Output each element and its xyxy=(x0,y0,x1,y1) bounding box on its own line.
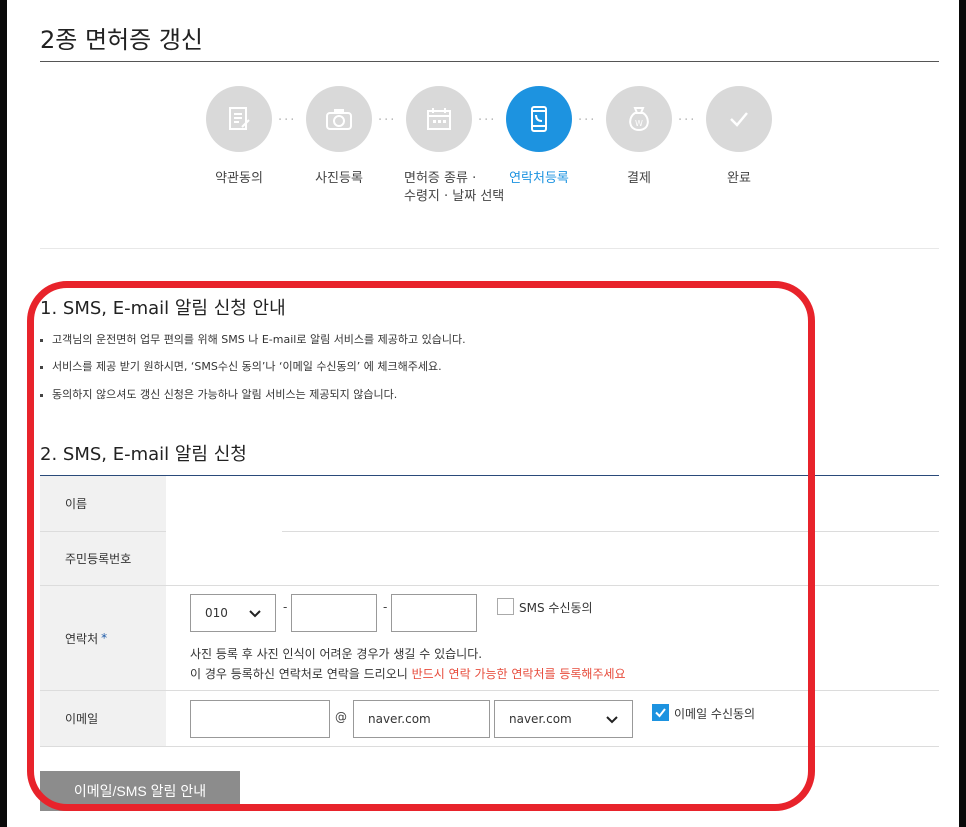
step-separator: ··· xyxy=(678,113,697,128)
won-pouch-icon: W xyxy=(606,86,672,152)
step-label: 결제 xyxy=(627,171,651,186)
phone-icon xyxy=(506,86,572,152)
step-photo: 사진등록 xyxy=(304,86,374,188)
title-divider xyxy=(40,61,939,62)
step-separator: ··· xyxy=(478,113,497,128)
step-label: 연락처등록 xyxy=(509,171,569,186)
step-complete: 완료 xyxy=(704,86,774,188)
step-payment: W 결제 xyxy=(604,86,674,188)
step-terms: 약관동의 xyxy=(204,86,274,188)
page: 2종 면허증 갱신 약관동의 ··· 사진등록 ··· 면허증 종류 · 수령지… xyxy=(7,0,959,827)
camera-icon xyxy=(306,86,372,152)
calendar-icon xyxy=(406,86,472,152)
step-license-type: 면허증 종류 · 수령지 · 날짜 선택 xyxy=(404,86,505,206)
step-label: 면허증 종류 · xyxy=(404,171,477,186)
step-separator: ··· xyxy=(278,113,297,128)
check-icon xyxy=(706,86,772,152)
highlight-annotation xyxy=(27,281,815,811)
page-title: 2종 면허증 갱신 xyxy=(40,26,204,54)
step-label-line2: 수령지 · 날짜 선택 xyxy=(404,189,505,204)
svg-text:W: W xyxy=(635,119,643,128)
step-contact: 연락처등록 xyxy=(504,86,574,188)
step-label: 약관동의 xyxy=(215,171,263,186)
step-separator: ··· xyxy=(578,113,597,128)
document-icon xyxy=(206,86,272,152)
section-divider xyxy=(40,248,939,249)
step-separator: ··· xyxy=(378,113,397,128)
step-label: 완료 xyxy=(727,171,751,186)
step-label: 사진등록 xyxy=(315,171,363,186)
